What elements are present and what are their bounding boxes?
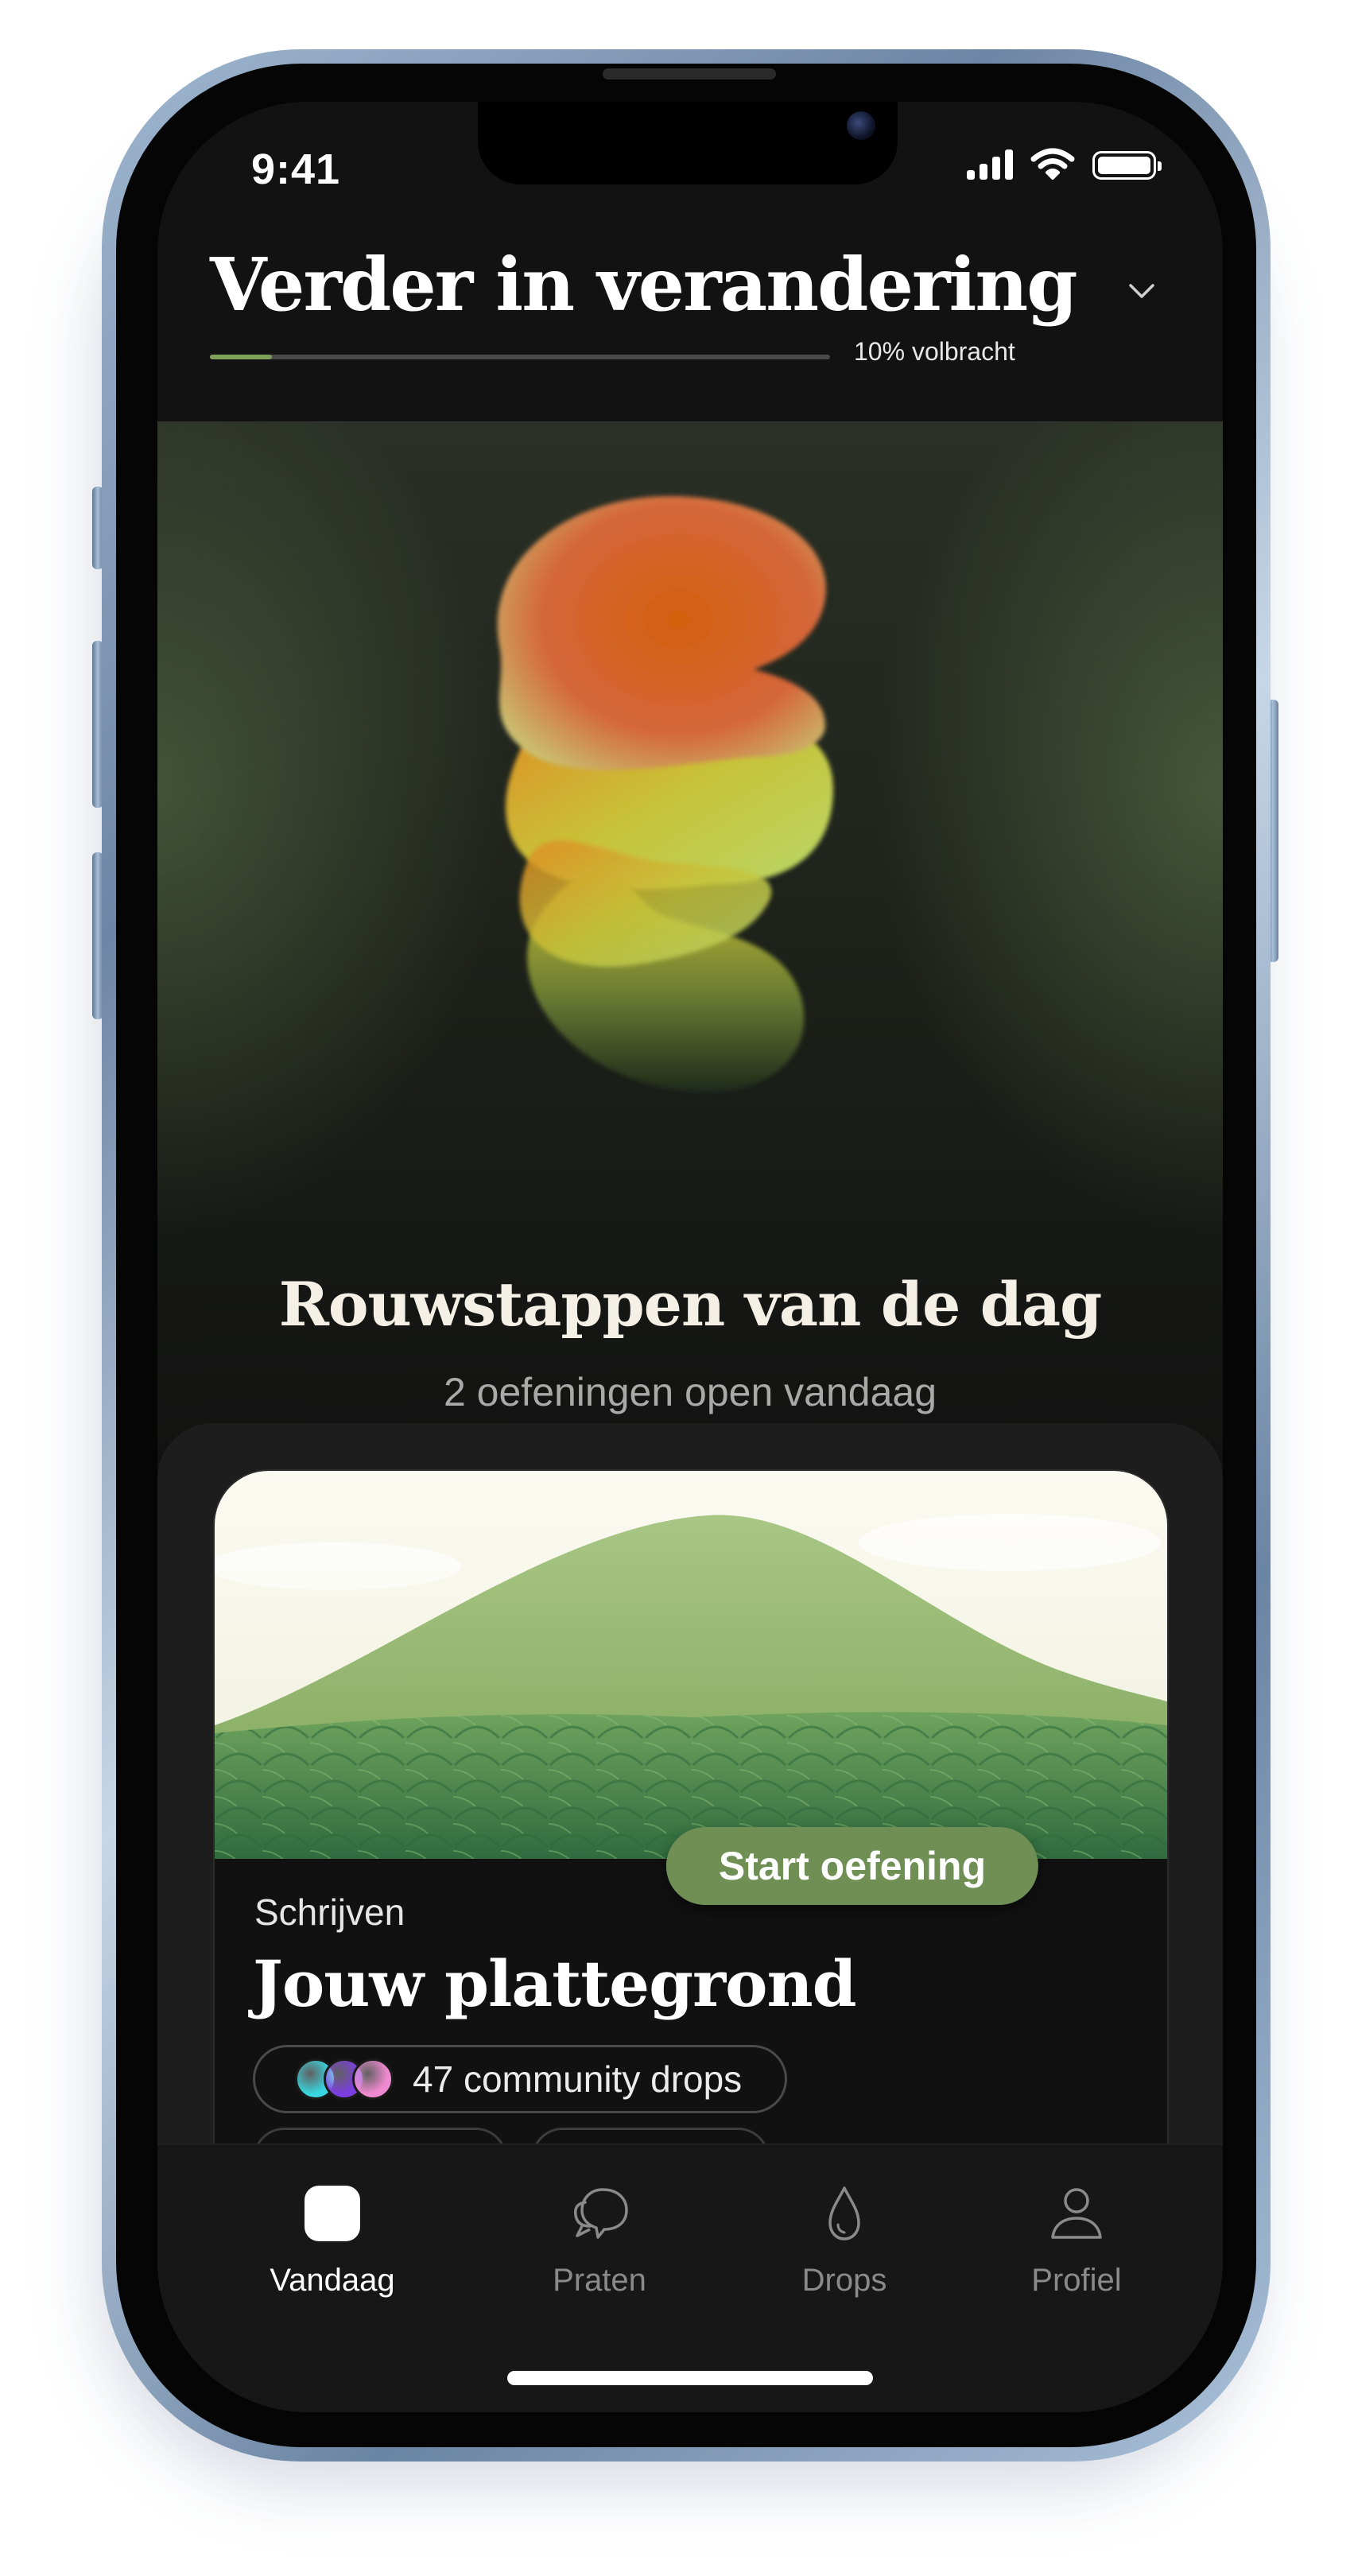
community-drops-label: 47 community drops <box>413 2058 743 2100</box>
flow-shape-illustration <box>497 495 833 1092</box>
earpiece-speaker <box>603 68 776 80</box>
camera-notch <box>478 102 898 184</box>
tab-label: Profiel <box>1031 2263 1122 2298</box>
battery-icon <box>1092 151 1162 180</box>
tab-label: Drops <box>801 2263 887 2298</box>
front-camera <box>847 111 875 140</box>
chat-bubbles-icon <box>574 2188 628 2239</box>
chevron-down-icon[interactable] <box>1126 275 1158 307</box>
tab-drops[interactable]: Drops <box>749 2180 940 2299</box>
phone-screen: 9:41 Verder in verandering 10% volbracht <box>157 102 1223 2412</box>
hero-section: Rouwstappen van de dag 2 oefeningen open… <box>157 423 1223 1465</box>
tab-label: Vandaag <box>270 2263 395 2298</box>
daily-steps-title: Rouwstappen van de dag <box>278 1269 1103 1340</box>
page-title: Verder in verandering <box>210 242 1078 328</box>
progress-fill <box>210 355 272 359</box>
tab-label: Praten <box>553 2263 646 2298</box>
mountain-landscape-image <box>215 1471 1167 1859</box>
avatar <box>352 2058 394 2100</box>
tab-vandaag[interactable]: Vandaag <box>237 2180 428 2299</box>
wifi-icon <box>1030 148 1075 180</box>
tab-profiel[interactable]: Profiel <box>981 2180 1172 2299</box>
progress-bar <box>210 355 830 359</box>
daily-steps-subtitle: 2 oefeningen open vandaag <box>443 1370 937 1414</box>
status-time: 9:41 <box>251 145 341 193</box>
start-exercise-button[interactable]: Start oefening <box>665 1827 1038 1905</box>
community-drops-pill[interactable]: 47 community drops <box>253 2045 788 2113</box>
cellular-signal-icon <box>967 149 1013 180</box>
exercise-title: Jouw plattegrond <box>253 1946 857 2021</box>
drop-icon <box>828 2186 860 2240</box>
community-avatars <box>295 2058 394 2100</box>
person-icon <box>1051 2188 1102 2239</box>
status-icons <box>967 148 1162 180</box>
tab-praten[interactable]: Praten <box>504 2180 695 2299</box>
progress-label: 10% volbracht <box>854 337 1015 366</box>
home-indicator[interactable] <box>507 2371 873 2385</box>
square-icon <box>299 2180 366 2247</box>
exercise-category: Schrijven <box>254 1891 405 1933</box>
